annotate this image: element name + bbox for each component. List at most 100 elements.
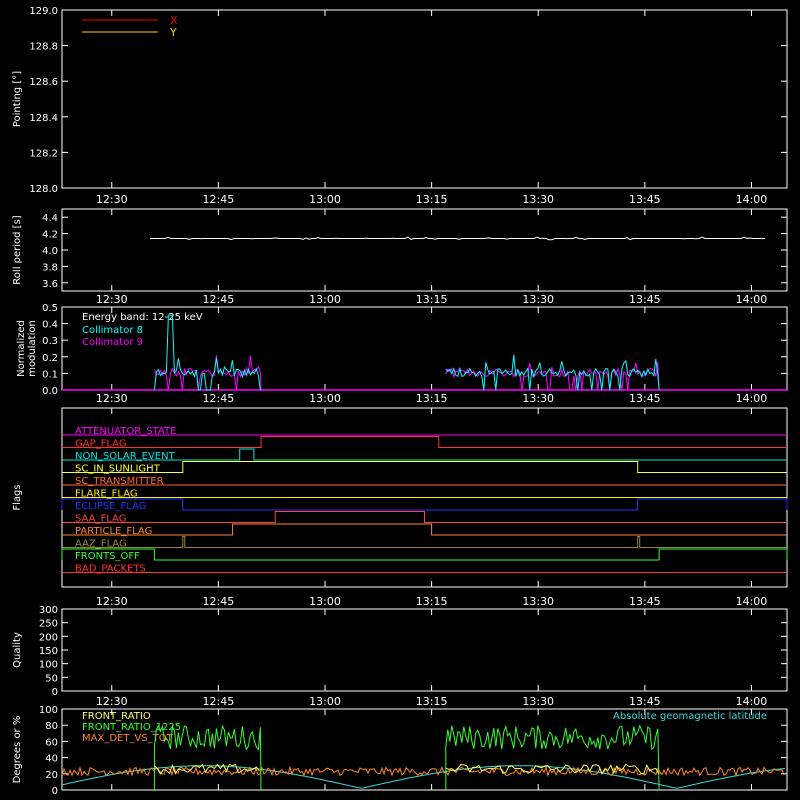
y-tick-label: 3.8 [42, 262, 58, 273]
x-tick-label: 13:30 [522, 293, 554, 306]
panel-flags: 12:30 12:45 13:00 13:15 13:30 13:45 14:00 Flags… [12, 407, 788, 608]
y-tick-label: 0.1 [42, 369, 58, 380]
x-tick-label: 14:00 [736, 392, 768, 405]
y-tick-label: 0.3 [42, 336, 58, 347]
y-tick-label: 250 [39, 619, 58, 630]
panel-quality: 12:30 12:45 13:00 13:15 13:30 13:45 14:00 0 50 10… [12, 605, 788, 708]
y-axis-label: Quality [12, 632, 23, 668]
x-tick-label: 12:30 [96, 392, 128, 405]
x-tick-label: 12:30 [96, 193, 128, 206]
x-tick-label: 13:00 [309, 193, 341, 206]
x-tick-label: 12:45 [203, 595, 235, 608]
y-tick-label: 40 [45, 754, 58, 765]
y-tick-label: 150 [39, 646, 58, 657]
y-axis-label: Roll period [s] [12, 215, 23, 284]
x-tick-label: 13:00 [309, 293, 341, 306]
flag-trace-aaz-flag [62, 536, 787, 548]
legend-front-ratio-1225: FRONT_RATIO_1225 [82, 722, 181, 733]
legend-label-Y: Y [169, 26, 177, 39]
flag-trace-particle-flag [62, 523, 787, 536]
y-tick-label: 4.0 [42, 246, 58, 257]
y-axis-label: Degrees or % [12, 716, 23, 784]
y-tick-label: 128.6 [29, 77, 58, 88]
x-tick-label: 13:15 [416, 392, 448, 405]
x-tick-label: 13:45 [629, 293, 661, 306]
legend-max-det-vs-tot: MAX_DET_VS_TOT [82, 733, 174, 744]
x-tick-label: 13:45 [629, 695, 661, 708]
modulation-series-collimator-8 [153, 314, 261, 391]
x-tick-label: 13:15 [416, 293, 448, 306]
x-tick-label: 13:15 [416, 193, 448, 206]
y-tick-label: 50 [45, 673, 58, 684]
geomagnetic-latitude-line [61, 765, 786, 789]
front-ratio-1225-line [445, 724, 660, 791]
panel-ratios: 0 20 40 60 80 100 Degrees or % Absolute geomagn… [12, 705, 788, 797]
x-tick-label: 13:00 [309, 392, 341, 405]
flag-trace-fronts-off [61, 548, 788, 561]
x-tick-label: 12:45 [203, 293, 235, 306]
flag-trace-sc-in-sunlight [62, 461, 787, 473]
flag-trace-saa-flag [62, 511, 787, 523]
x-tick-label: 13:30 [522, 595, 554, 608]
y-tick-label: 3.6 [42, 279, 58, 290]
y-tick-label: 80 [45, 721, 58, 732]
x-tick-label: 13:15 [416, 695, 448, 708]
y-axis-label: Flags [12, 484, 23, 510]
x-tick-label: 13:30 [522, 695, 554, 708]
x-tick-label: 14:00 [736, 193, 768, 206]
y-tick-label: 129.0 [29, 6, 58, 17]
y-tick-label: 0.2 [42, 353, 58, 364]
y-tick-label: 128.2 [29, 148, 58, 159]
y-tick-label: 4.2 [42, 230, 58, 241]
flag-label-fronts-off: FRONTS_OFF [75, 551, 140, 562]
x-tick-label: 14:00 [736, 293, 768, 306]
x-tick-label: 13:45 [629, 595, 661, 608]
y-tick-label: 128.4 [29, 113, 58, 124]
x-tick-label: 13:30 [522, 193, 554, 206]
rhessi-quicklook-figure: 12:30 12:45 13:00 13:15 13:30 13:45 14:00 128.0… [12, 6, 788, 797]
x-tick-label: 13:45 [629, 392, 661, 405]
y-tick-label: 100 [39, 705, 58, 716]
panel-frame [61, 208, 788, 292]
legend-collimator-9: Collimator 9 [82, 337, 143, 348]
y-tick-label: 60 [45, 737, 58, 748]
panel-roll: 12:30 12:45 13:00 13:15 13:30 13:45 14:00 3.6 3.… [12, 208, 788, 306]
y-tick-label: 4.4 [42, 213, 58, 224]
x-tick-label: 13:00 [309, 595, 341, 608]
x-tick-label: 13:15 [416, 595, 448, 608]
flag-label-eclipse-flag: ECLIPSE_FLAG [75, 501, 146, 512]
y-tick-label: 300 [39, 605, 58, 616]
x-tick-label: 12:45 [203, 392, 235, 405]
flag-trace-eclipse-flag [61, 498, 788, 511]
y-tick-label: 100 [39, 660, 58, 671]
panel-frame [61, 608, 788, 692]
y-axis-label: modulation [27, 320, 38, 377]
y-tick-label: 128.0 [29, 184, 58, 195]
energy-band-annotation: Energy band: 12-25 keV [82, 312, 203, 323]
y-tick-label: 0.0 [42, 386, 58, 397]
x-tick-label: 12:30 [96, 695, 128, 708]
y-tick-label: 200 [39, 632, 58, 643]
flag-trace-gap-flag [62, 436, 787, 448]
modulation-series-collimator-9 [445, 361, 660, 391]
x-tick-label: 13:00 [309, 695, 341, 708]
panel-pointing: 12:30 12:45 13:00 13:15 13:30 13:45 14:00 128.0… [12, 6, 788, 206]
y-tick-label: 128.8 [29, 42, 58, 53]
x-tick-label: 12:30 [96, 293, 128, 306]
x-tick-label: 13:30 [522, 392, 554, 405]
y-axis-label: Normalized [16, 320, 27, 377]
y-tick-label: 20 [45, 770, 58, 781]
x-tick-label: 12:45 [203, 695, 235, 708]
y-tick-label: 0 [52, 687, 58, 698]
geomagnetic-latitude-annotation: Absolute geomagnetic latitude [613, 711, 767, 722]
x-tick-label: 14:00 [736, 595, 768, 608]
y-tick-label: 0.4 [42, 320, 58, 331]
panel-modulation: 12:30 12:45 13:00 13:15 13:30 13:45 14:00 0.0 0.… [16, 303, 788, 405]
x-tick-label: 12:30 [96, 595, 128, 608]
legend-collimator-8: Collimator 8 [82, 325, 143, 336]
roll-period-line [150, 236, 765, 241]
x-tick-label: 13:45 [629, 193, 661, 206]
y-axis-label: Pointing [°] [12, 71, 23, 127]
legend-front-ratio: FRONT_RATIO [82, 711, 151, 722]
x-tick-label: 14:00 [736, 695, 768, 708]
